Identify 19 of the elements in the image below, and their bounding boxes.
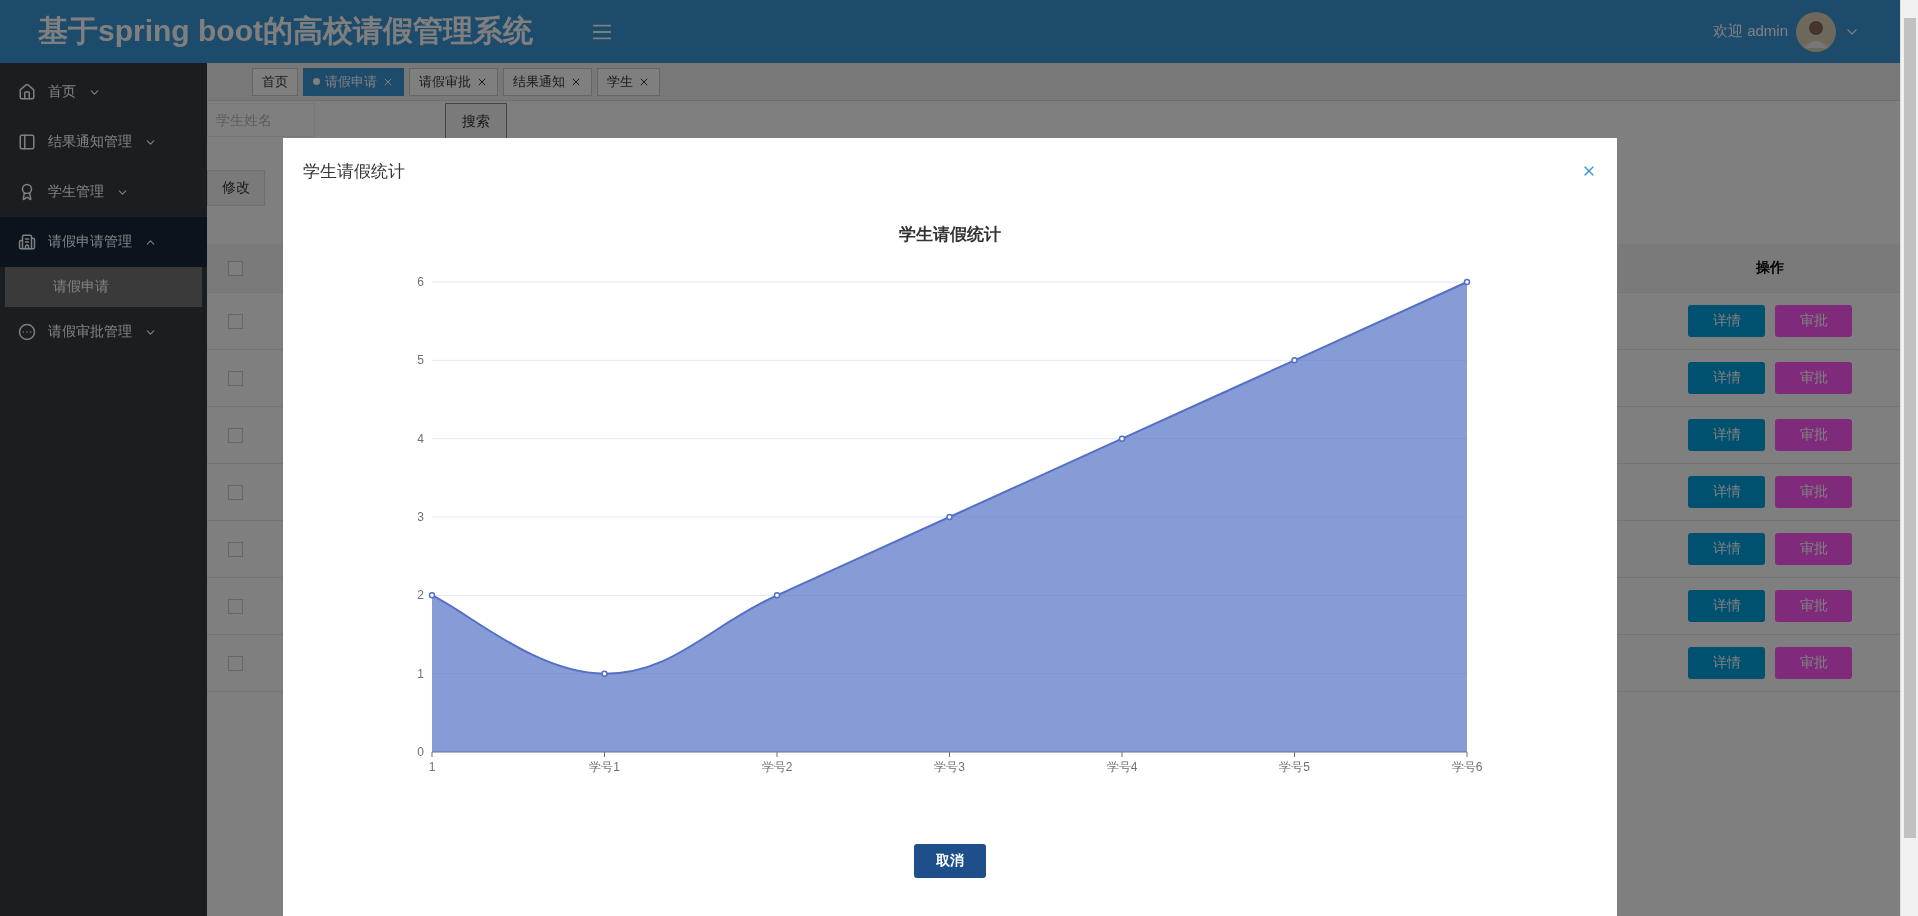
axis-label: 6 [417,275,424,289]
chart-title: 学生请假统计 [899,225,1001,244]
axis-label: 学号3 [934,760,965,774]
axis-label: 3 [417,510,424,524]
modal-title: 学生请假统计 [303,160,405,183]
axis-label: 1 [428,760,436,774]
app-title: 基于spring boot的高校请假管理系统 [38,13,533,49]
axis-label: 学号2 [761,760,793,774]
axis-label: 学号4 [1106,760,1138,774]
axis-label: 学号6 [1451,760,1483,774]
axis-label: 4 [417,431,424,446]
axis-label: 2 [417,588,424,603]
axis-label: 5 [417,353,424,368]
axis-label: 学号1 [589,760,620,774]
welcome-text: 欢迎 admin [1712,22,1788,41]
axis-label: 学号5 [1279,760,1310,774]
axis-label: 0 [417,745,424,759]
axis-label: 1 [417,666,424,681]
column-header: 操作 [1756,259,1784,277]
